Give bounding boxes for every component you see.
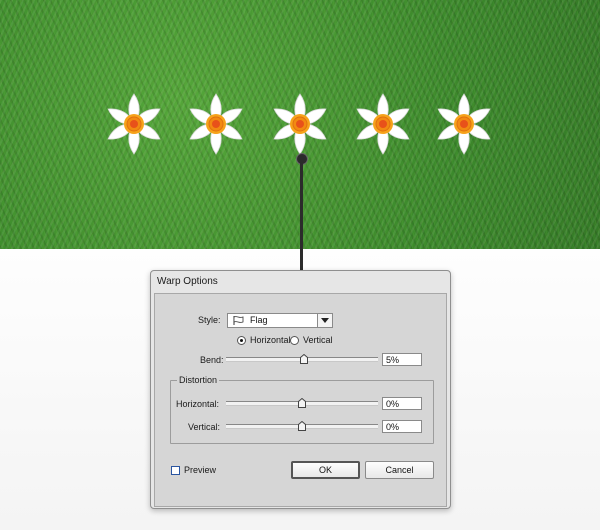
- chevron-down-icon[interactable]: [317, 314, 332, 327]
- flag-icon: [233, 316, 244, 325]
- daffodil-flower-icon: [107, 93, 161, 155]
- distortion-vertical-slider-thumb[interactable]: [298, 421, 306, 431]
- daffodil-flower-icon: [356, 93, 410, 155]
- warp-options-dialog: Warp Options Style: Flag Horizontal Vert…: [150, 270, 451, 509]
- dialog-panel: Style: Flag Horizontal Vertical Bend: 5%…: [154, 293, 447, 507]
- daffodil-flower-icon: [437, 93, 491, 155]
- vertical-radio-label: Vertical: [303, 335, 333, 345]
- bend-slider-thumb[interactable]: [300, 354, 308, 364]
- daffodil-flower-icon: [273, 93, 327, 155]
- style-select[interactable]: Flag: [227, 313, 333, 328]
- distortion-horizontal-value-field[interactable]: 0%: [382, 397, 422, 410]
- dialog-title: Warp Options: [157, 276, 218, 287]
- distortion-horizontal-label: Horizontal:: [176, 399, 220, 409]
- horizontal-radio-label: Horizontal: [250, 335, 291, 345]
- style-select-value: Flag: [250, 315, 268, 325]
- daffodil-flower-icon: [189, 93, 243, 155]
- distortion-vertical-label: Vertical:: [188, 422, 221, 432]
- preview-checkbox[interactable]: [171, 466, 180, 475]
- bend-label: Bend:: [200, 355, 224, 365]
- vertical-radio[interactable]: [290, 336, 299, 345]
- distortion-group: Distortion Horizontal: 0% Vertical: 0%: [170, 375, 434, 444]
- preview-label: Preview: [184, 465, 217, 475]
- distortion-group-title: Distortion: [177, 375, 220, 385]
- style-label: Style:: [198, 315, 221, 325]
- ok-button[interactable]: OK: [291, 461, 360, 479]
- cancel-button[interactable]: Cancel: [365, 461, 434, 479]
- bend-value-field[interactable]: 5%: [382, 353, 422, 366]
- distortion-horizontal-slider-thumb[interactable]: [298, 398, 306, 408]
- horizontal-radio[interactable]: [237, 336, 246, 345]
- distortion-vertical-value-field[interactable]: 0%: [382, 420, 422, 433]
- connector-line: [300, 162, 303, 270]
